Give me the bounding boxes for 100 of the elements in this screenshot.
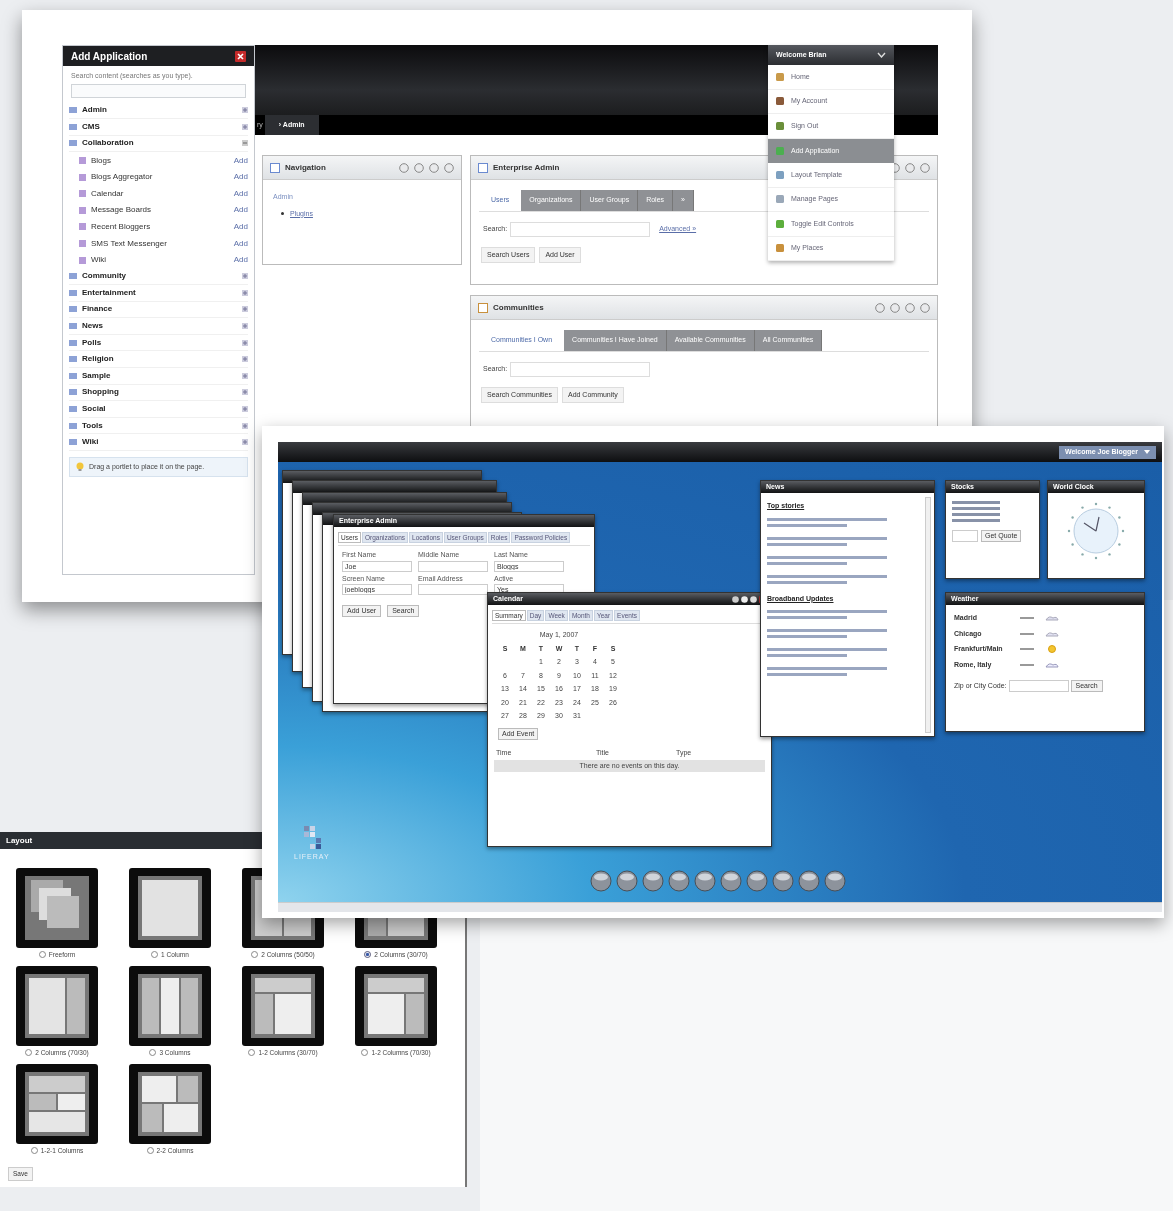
headline-link-blur[interactable]	[767, 555, 887, 559]
dock-icon[interactable]	[668, 870, 690, 892]
portlet-row[interactable]: Wiki Add	[69, 251, 248, 269]
toggle-icon[interactable]	[242, 389, 248, 396]
portlet-control-icon[interactable]	[920, 302, 930, 313]
dock-icon[interactable]	[642, 870, 664, 892]
add-link[interactable]: Add	[233, 171, 248, 184]
category-row[interactable]: Community	[69, 268, 248, 286]
headline-link-blur[interactable]	[767, 542, 847, 546]
dock-icon[interactable]	[590, 870, 612, 892]
input-field[interactable]	[418, 560, 488, 572]
dock-icon[interactable]	[798, 870, 820, 892]
category-row[interactable]: Finance	[69, 301, 248, 319]
layout-thumbnail[interactable]	[16, 965, 98, 1046]
portlet-control-icon[interactable]	[890, 302, 900, 313]
toggle-icon[interactable]	[242, 356, 248, 363]
portlet-row[interactable]: Blogs Aggregator Add	[69, 168, 248, 186]
dock-icon[interactable]	[616, 870, 638, 892]
radio-button[interactable]	[251, 951, 259, 959]
category-row[interactable]: Collaboration	[69, 135, 248, 153]
category-row[interactable]: Polls	[69, 334, 248, 352]
radio-button[interactable]	[248, 1049, 256, 1057]
search-field[interactable]	[71, 83, 246, 98]
add-link[interactable]: Add	[233, 204, 248, 217]
toggle-icon[interactable]	[242, 323, 248, 329]
category-row[interactable]: Admin	[69, 102, 248, 120]
portlet-control-icon[interactable]	[905, 302, 915, 313]
radio-button[interactable]	[146, 1146, 154, 1154]
category-row[interactable]: Entertainment	[69, 285, 248, 302]
radio-button[interactable]	[361, 1049, 369, 1057]
dock-icon[interactable]	[772, 870, 794, 892]
layout-thumbnail[interactable]	[355, 918, 437, 948]
category-row[interactable]: Tools	[69, 417, 248, 435]
toggle-icon[interactable]	[242, 339, 248, 346]
portlet-control-icon[interactable]	[399, 162, 409, 173]
portlet-control-icon[interactable]	[920, 162, 930, 173]
add-link[interactable]: Add	[233, 254, 248, 267]
portlet-row[interactable]: Recent Bloggers Add	[69, 218, 248, 236]
dock-icon[interactable]	[746, 870, 768, 892]
toggle-icon[interactable]	[242, 422, 248, 429]
layout-thumbnail[interactable]	[16, 1063, 98, 1144]
portlet-control-icon[interactable]	[875, 302, 885, 313]
category-row[interactable]: Shopping	[69, 384, 248, 402]
toggle-icon[interactable]	[242, 107, 248, 114]
temperature-blur	[1020, 663, 1034, 666]
layout-thumbnail[interactable]	[129, 868, 211, 948]
headline-link-blur[interactable]	[767, 536, 887, 540]
toggle-icon[interactable]	[242, 123, 248, 130]
category-row[interactable]: Religion	[69, 351, 248, 368]
toggle-icon[interactable]	[242, 140, 248, 147]
portlet-control-icon[interactable]	[905, 162, 915, 173]
portlet-row[interactable]: Calendar Add	[69, 185, 248, 203]
dock-icon[interactable]	[720, 870, 742, 892]
radio-button[interactable]	[149, 1049, 157, 1057]
search-field[interactable]	[510, 362, 651, 377]
category-row[interactable]: CMS	[69, 119, 248, 136]
caret-icon[interactable]	[877, 52, 886, 58]
search-field[interactable]	[510, 222, 651, 237]
input-field[interactable]	[952, 530, 978, 542]
portlet-row[interactable]: Message Boards Add	[69, 202, 248, 219]
portlet-control-icon[interactable]	[429, 162, 439, 173]
headline-link-blur[interactable]	[767, 561, 847, 565]
radio-button[interactable]	[25, 1049, 33, 1057]
toggle-icon[interactable]	[242, 372, 248, 379]
close-icon[interactable]	[235, 50, 246, 62]
layout-thumbnail[interactable]	[129, 965, 211, 1046]
portlet-control-icon[interactable]	[444, 162, 454, 173]
portlet-row[interactable]: Blogs Add	[69, 152, 248, 169]
category-row[interactable]: Social	[69, 401, 248, 418]
headline-link-blur[interactable]	[767, 574, 887, 578]
scrollbar[interactable]	[925, 497, 931, 733]
radio-button[interactable]	[364, 951, 372, 959]
category-row[interactable]: Sample	[69, 368, 248, 385]
layout-thumbnail[interactable]	[355, 965, 437, 1046]
toggle-icon[interactable]	[242, 306, 248, 313]
category-row[interactable]: Wiki	[69, 434, 248, 451]
portlet-row[interactable]: SMS Text Messenger Add	[69, 235, 248, 252]
input-field[interactable]	[418, 584, 488, 595]
toggle-icon[interactable]	[242, 439, 248, 446]
input-field[interactable]	[1008, 680, 1069, 692]
headline-link-blur[interactable]	[767, 517, 887, 521]
radio-button[interactable]	[38, 951, 46, 959]
toggle-icon[interactable]	[242, 289, 248, 296]
layout-thumbnail[interactable]	[129, 1063, 211, 1144]
category-row[interactable]: News	[69, 318, 248, 335]
headline-link-blur[interactable]	[767, 523, 847, 527]
dock-icon[interactable]	[694, 870, 716, 892]
layout-thumbnail[interactable]	[16, 868, 98, 948]
add-link[interactable]: Add	[233, 154, 248, 167]
portlet-control-icon[interactable]	[414, 162, 424, 173]
radio-button[interactable]	[30, 1146, 38, 1154]
toggle-icon[interactable]	[242, 406, 248, 412]
add-link[interactable]: Add	[233, 237, 248, 250]
add-link[interactable]: Add	[233, 220, 248, 233]
headline-link-blur[interactable]	[767, 580, 847, 584]
radio-button[interactable]	[151, 951, 159, 959]
layout-thumbnail[interactable]	[242, 965, 324, 1046]
dock-icon[interactable]	[824, 870, 846, 892]
add-link[interactable]: Add	[233, 187, 248, 200]
toggle-icon[interactable]	[242, 273, 248, 280]
